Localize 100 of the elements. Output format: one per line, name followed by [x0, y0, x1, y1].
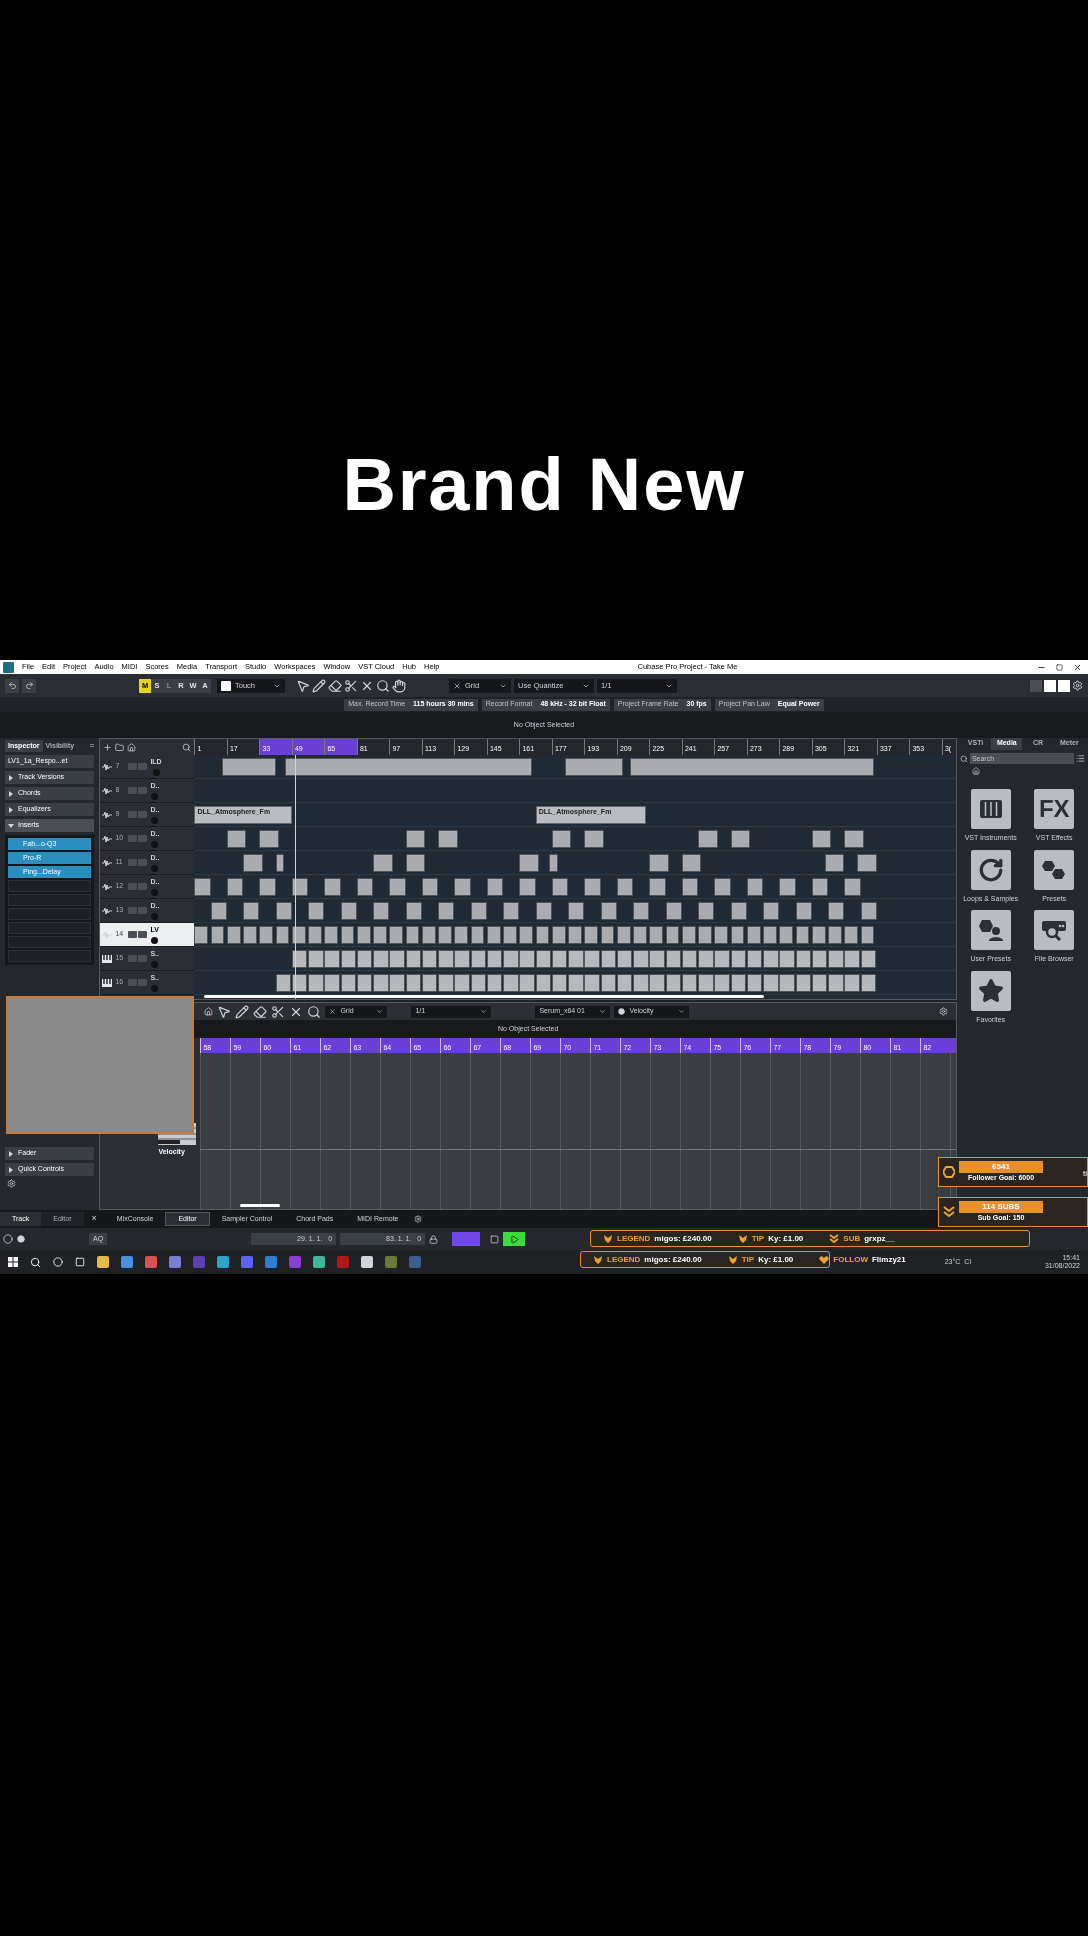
audio-event: [600, 902, 617, 920]
solo-toggle[interactable]: [138, 859, 148, 866]
home-icon[interactable]: [127, 742, 137, 752]
ticker-label: TIP: [751, 1232, 765, 1245]
cycle-button[interactable]: [452, 1232, 481, 1246]
midi-part: [373, 974, 389, 992]
scissors-tool-icon[interactable]: [344, 678, 358, 693]
layout-toggle-icon[interactable]: [1044, 679, 1056, 692]
eraser-tool-icon[interactable]: [253, 1004, 268, 1019]
list-icon[interactable]: [1076, 754, 1085, 763]
lock-icon[interactable]: [429, 1234, 439, 1244]
app-icon[interactable]: [289, 1256, 301, 1268]
stop-icon[interactable]: [490, 1234, 500, 1244]
audio-event: [633, 926, 647, 944]
app-icon[interactable]: [313, 1256, 325, 1268]
audio-event: [308, 926, 322, 944]
audio-event: [681, 926, 696, 944]
app-icon[interactable]: [265, 1256, 277, 1268]
midi-part: [421, 974, 438, 992]
audio-event: [259, 926, 273, 944]
pointer-tool-icon[interactable]: [217, 1004, 232, 1019]
app-icon[interactable]: [121, 1256, 133, 1268]
pencil-tool-icon[interactable]: [312, 678, 326, 693]
mute-toggle[interactable]: [128, 955, 138, 962]
record-mode-icon[interactable]: [3, 1234, 13, 1244]
app-icon[interactable]: [409, 1256, 421, 1268]
zoom-tool-icon[interactable]: [376, 678, 390, 693]
close-icon[interactable]: [1073, 662, 1082, 672]
layout-toggle-icon[interactable]: [1030, 679, 1042, 692]
search-icon[interactable]: [182, 742, 192, 752]
mute-toggle[interactable]: [128, 811, 138, 818]
audio-event: [860, 926, 875, 944]
file-search-icon: [1040, 919, 1069, 941]
play-button[interactable]: [503, 1232, 526, 1246]
mute-toggle[interactable]: [128, 883, 138, 890]
settings-icon[interactable]: [414, 1215, 423, 1223]
solo-toggle[interactable]: [138, 955, 148, 962]
maximize-icon[interactable]: [1056, 663, 1063, 671]
solo-toggle[interactable]: [138, 835, 148, 842]
settings-icon[interactable]: [7, 1179, 16, 1188]
app-icon[interactable]: [169, 1256, 181, 1268]
home-icon[interactable]: [971, 767, 980, 775]
redo-button[interactable]: [22, 678, 36, 693]
solo-toggle[interactable]: [138, 883, 148, 890]
app-icon[interactable]: [361, 1256, 373, 1268]
app-icon[interactable]: [97, 1256, 109, 1268]
audio-event: [340, 926, 355, 944]
solo-toggle[interactable]: [138, 931, 148, 938]
midi-part: [275, 974, 292, 992]
app-icon[interactable]: [193, 1256, 205, 1268]
mute-toggle[interactable]: [128, 787, 138, 794]
zoom-tool-icon[interactable]: [307, 1004, 322, 1019]
app-icon[interactable]: [337, 1256, 349, 1268]
triangle-down-icon: [8, 822, 14, 829]
solo-toggle[interactable]: [138, 763, 148, 770]
layout-toggle-icon[interactable]: [1058, 679, 1070, 692]
solo-toggle[interactable]: [138, 787, 148, 794]
app-icon[interactable]: [145, 1256, 157, 1268]
record-enable-icon[interactable]: [151, 936, 159, 944]
hand-tool-icon[interactable]: [392, 678, 406, 693]
mute-toggle[interactable]: [128, 907, 138, 914]
mute-toggle[interactable]: [128, 859, 138, 866]
audio-event: [356, 878, 374, 896]
horizontal-scrollbar[interactable]: [240, 1204, 281, 1207]
solo-toggle[interactable]: [138, 811, 148, 818]
circle-icon[interactable]: [53, 1257, 63, 1267]
mute-toggle[interactable]: [128, 931, 138, 938]
midi-part: [649, 974, 665, 992]
pencil-tool-icon[interactable]: [235, 1004, 250, 1019]
app-icon[interactable]: [241, 1256, 253, 1268]
windows-logo-icon[interactable]: [8, 1257, 18, 1267]
scissors-tool-icon[interactable]: [271, 1004, 286, 1019]
emblem-icon: [727, 1254, 738, 1265]
add-track-icon[interactable]: [103, 742, 113, 752]
midi-part: [324, 950, 340, 968]
close-glyph[interactable]: ×: [91, 1212, 97, 1226]
eraser-tool-icon[interactable]: [328, 678, 342, 693]
task-view-icon[interactable]: [75, 1257, 85, 1267]
midi-part: [746, 974, 763, 992]
mute-toggle[interactable]: [128, 835, 138, 842]
folder-icon[interactable]: [115, 742, 125, 752]
settings-icon[interactable]: [1072, 679, 1083, 691]
solo-toggle[interactable]: [138, 907, 148, 914]
undo-button[interactable]: [5, 678, 19, 693]
search-icon[interactable]: [30, 1256, 41, 1268]
mute-toggle[interactable]: [128, 763, 138, 770]
inspector-menu-glyph[interactable]: =: [89, 740, 95, 752]
pointer-tool-icon[interactable]: [296, 678, 310, 693]
horizontal-scrollbar[interactable]: [204, 995, 765, 998]
solo-toggle[interactable]: [138, 979, 148, 986]
audio-event: [551, 926, 566, 944]
triangle-right-icon: [8, 1150, 14, 1157]
record-icon[interactable]: [17, 1235, 25, 1243]
app-icon[interactable]: [217, 1256, 229, 1268]
waveform-icon: [102, 762, 113, 771]
app-icon[interactable]: [385, 1256, 397, 1268]
editor-home-icon[interactable]: [204, 1007, 214, 1016]
mute-toggle[interactable]: [128, 979, 138, 986]
settings-icon[interactable]: [938, 1007, 948, 1016]
audio-event: [616, 878, 634, 896]
